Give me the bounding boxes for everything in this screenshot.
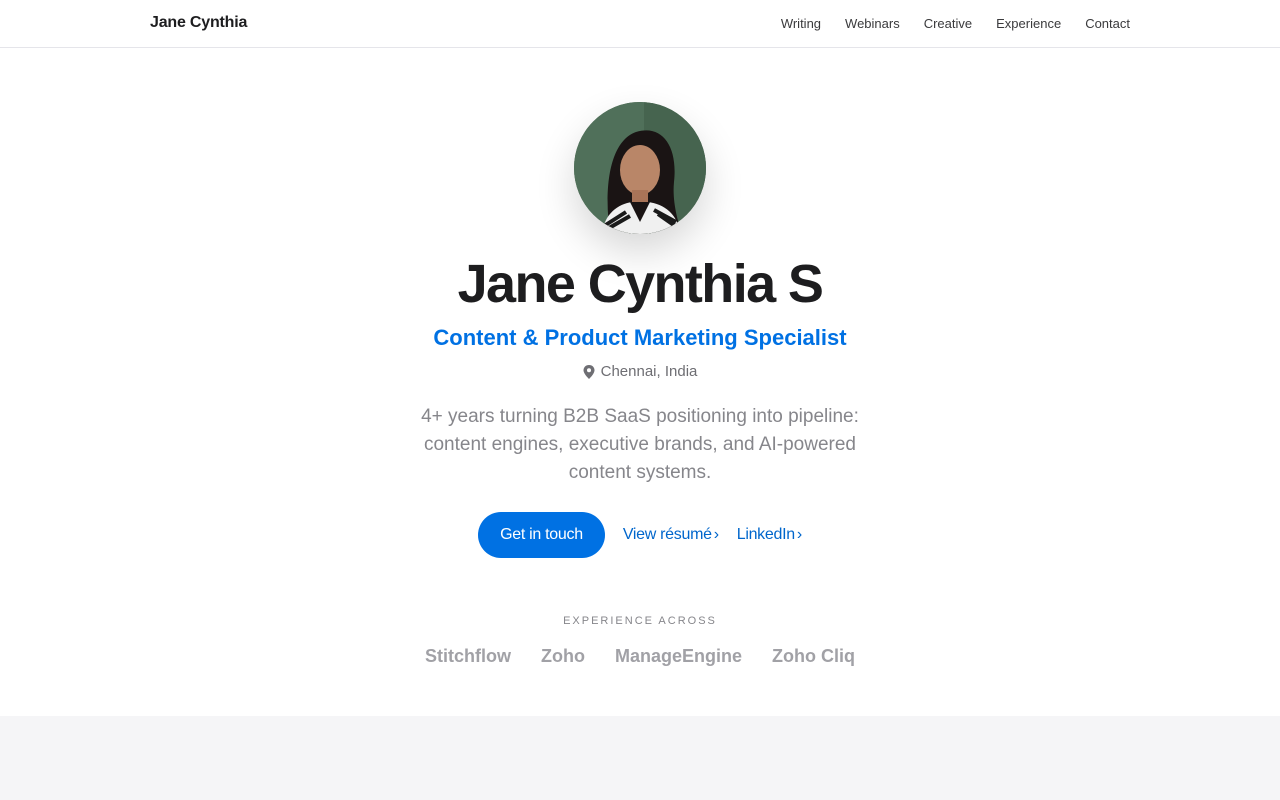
location: Chennai, India	[0, 363, 1280, 380]
get-in-touch-button[interactable]: Get in touch	[478, 512, 605, 558]
profile-name: Jane Cynthia S	[457, 254, 824, 314]
top-navigation-bar: Jane Cynthia Writing Webinars Creative E…	[0, 0, 1280, 48]
company-zoho: Zoho	[541, 646, 585, 666]
main-nav: Writing Webinars Creative Experience Con…	[781, 16, 1130, 31]
company-manageengine: ManageEngine	[614, 646, 743, 666]
nav-writing[interactable]: Writing	[781, 16, 821, 31]
profile-photo-icon	[574, 102, 706, 234]
location-text: Chennai, India	[600, 363, 698, 380]
nav-webinars[interactable]: Webinars	[845, 16, 900, 31]
chevron-right-icon: ›	[713, 526, 719, 543]
experience-label: EXPERIENCE ACROSS	[563, 615, 717, 627]
hero-actions: Get in touch View résumé › LinkedIn ›	[0, 512, 1280, 558]
location-pin-icon	[583, 364, 595, 379]
profile-bio: 4+ years turning B2B SaaS positioning in…	[421, 406, 859, 483]
linkedin-label: LinkedIn	[736, 526, 795, 543]
nav-contact[interactable]: Contact	[1085, 16, 1130, 31]
view-resume-link[interactable]: View résumé ›	[623, 526, 719, 544]
company-zoho-cliq: Zoho Cliq	[772, 646, 855, 666]
view-resume-label: View résumé	[622, 526, 712, 543]
brand-name-link[interactable]: Jane Cynthia	[150, 14, 247, 32]
next-section-band	[0, 716, 1280, 800]
profile-avatar	[574, 102, 706, 234]
chevron-right-icon: ›	[796, 526, 802, 543]
nav-experience[interactable]: Experience	[996, 16, 1061, 31]
company-list: Stitchflow Zoho ManageEngine Zoho Cliq	[0, 646, 1280, 667]
hero-section: Jane Cynthia S Content & Product Marketi…	[0, 48, 1280, 716]
company-stitchflow: Stitchflow	[425, 646, 511, 666]
profile-role: Content & Product Marketing Specialist	[433, 325, 847, 350]
nav-creative[interactable]: Creative	[924, 16, 972, 31]
linkedin-link[interactable]: LinkedIn ›	[737, 526, 802, 544]
